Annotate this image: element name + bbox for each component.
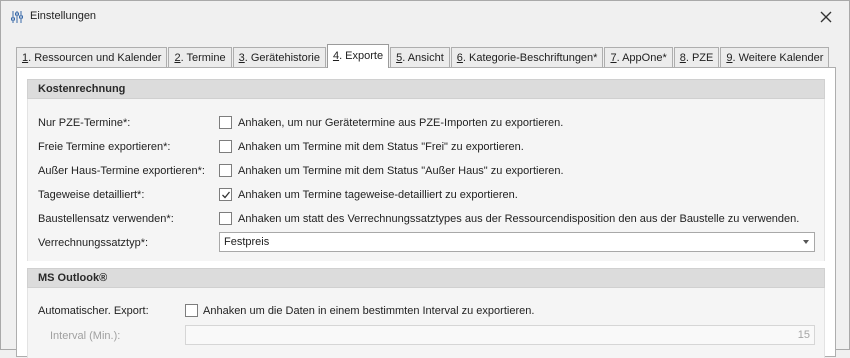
- section-kostenrechnung: Nur PZE-Termine*: Anhaken, um nur Geräte…: [27, 99, 825, 261]
- tab-bar: 1. Ressourcen und Kalender 2. Termine 3.…: [16, 44, 830, 68]
- label-ausser-haus: Außer Haus-Termine exportieren*:: [38, 165, 205, 177]
- tab-label: . Gerätehistorie: [244, 52, 320, 64]
- tab-page-exporte: Kostenrechnung Nur PZE-Termine*: Anhaken…: [16, 67, 836, 358]
- tab-label: . PZE: [685, 52, 714, 64]
- tab-termine[interactable]: 2. Termine: [168, 47, 232, 68]
- tab-label: . Ressourcen und Kalender: [28, 52, 162, 64]
- section-outlook: Automatischer. Export: Anhaken um die Da…: [27, 288, 825, 358]
- checkbox-freie-termine[interactable]: [219, 140, 232, 153]
- tab-ansicht[interactable]: 5. Ansicht: [390, 47, 450, 68]
- checkbox-auto-export[interactable]: [185, 304, 198, 317]
- tab-label: . Exporte: [339, 50, 384, 62]
- tab-exporte[interactable]: 4. Exporte: [326, 44, 390, 68]
- tab-weitere-kalender[interactable]: 9. Weitere Kalender: [720, 47, 830, 68]
- checkbox-text-ausser-haus: Anhaken um Termine mit dem Status "Außer…: [238, 165, 564, 177]
- tab-kategorie[interactable]: 6. Kategorie-Beschriftungen*: [450, 47, 604, 68]
- checkmark-icon: [222, 191, 231, 199]
- tab-appone[interactable]: 7. AppOne*: [604, 47, 673, 68]
- verrechnungssatztyp-select[interactable]: Festpreis: [219, 232, 815, 252]
- settings-window: Einstellungen 1. Ressourcen und Kalender…: [0, 0, 850, 358]
- section-header-outlook: MS Outlook®: [27, 268, 825, 288]
- tab-label: . AppOne*: [616, 52, 667, 64]
- checkbox-text-nur-pze: Anhaken, um nur Gerätetermine aus PZE-Im…: [238, 117, 564, 129]
- titlebar: Einstellungen: [1, 1, 849, 33]
- tab-ressourcen[interactable]: 1. Ressourcen und Kalender: [16, 47, 168, 68]
- verrechnungssatztyp-value: Festpreis: [224, 236, 270, 248]
- sliders-icon: [11, 11, 23, 23]
- label-nur-pze: Nur PZE-Termine*:: [38, 117, 131, 129]
- tab-pze[interactable]: 8. PZE: [673, 47, 720, 68]
- label-baustellensatz: Baustellensatz verwenden*:: [38, 213, 174, 225]
- interval-input[interactable]: 15: [185, 325, 815, 345]
- window-title: Einstellungen: [30, 10, 97, 22]
- label-interval: Interval (Min.):: [50, 330, 121, 342]
- checkbox-baustellensatz[interactable]: [219, 212, 232, 225]
- section-header-kostenrechnung: Kostenrechnung: [27, 79, 825, 99]
- checkbox-ausser-haus[interactable]: [219, 164, 232, 177]
- checkbox-text-auto-export: Anhaken um die Daten in einem bestimmten…: [203, 305, 535, 317]
- label-verrechnungssatztyp: Verrechnungssatztyp*:: [38, 237, 149, 249]
- checkbox-tageweise[interactable]: [219, 188, 232, 201]
- label-auto-export: Automatischer. Export:: [38, 305, 149, 317]
- tab-geraetehistorie[interactable]: 3. Gerätehistorie: [232, 47, 326, 68]
- checkbox-text-freie-termine: Anhaken um Termine mit dem Status "Frei"…: [238, 141, 524, 153]
- dropdown-arrow-icon: [803, 240, 809, 244]
- tab-label: . Termine: [180, 52, 226, 64]
- label-freie-termine: Freie Termine exportieren*:: [38, 141, 171, 153]
- tab-label: . Weitere Kalender: [732, 52, 824, 64]
- checkbox-nur-pze[interactable]: [219, 116, 232, 129]
- close-icon[interactable]: [817, 8, 835, 26]
- label-tageweise: Tageweise detailliert*:: [38, 189, 145, 201]
- checkbox-text-baustellensatz: Anhaken um statt des Verrechnungssatztyp…: [238, 213, 800, 225]
- checkbox-text-tageweise: Anhaken um Termine tageweise-detailliert…: [238, 189, 518, 201]
- tab-label: . Kategorie-Beschriftungen*: [462, 52, 598, 64]
- tab-label: . Ansicht: [402, 52, 444, 64]
